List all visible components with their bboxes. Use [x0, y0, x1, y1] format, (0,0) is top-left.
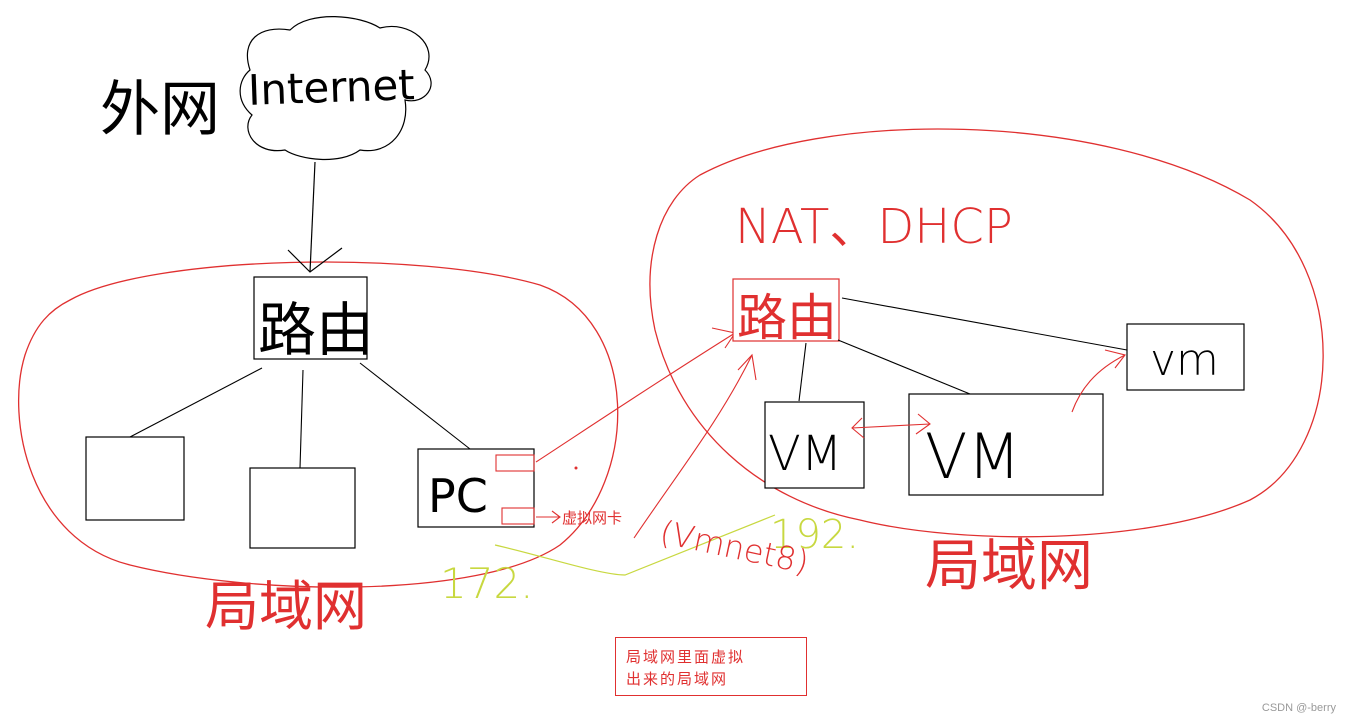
internet-to-router-line	[309, 161, 316, 273]
nic-arrow-icon	[536, 510, 561, 524]
watermark: CSDN @-berry	[1261, 702, 1336, 714]
dot	[574, 466, 578, 470]
note-line-2: 出来的局域网	[626, 670, 729, 688]
note-line-1: 局域网里面虚拟	[626, 648, 746, 666]
left-router-link-3	[359, 362, 471, 450]
left-router-link-1	[129, 367, 263, 438]
virtual-nic-label: 虚拟网卡	[562, 509, 622, 527]
right-router-link-vm-left	[798, 342, 807, 402]
note-box: 局域网里面虚拟 出来的局域网	[615, 637, 807, 696]
nic1-to-router-curve	[535, 332, 736, 463]
outer-network-label: 外网	[100, 75, 220, 145]
pc-label: PC	[428, 469, 488, 523]
vm-left-label: VM	[768, 426, 842, 482]
network-diagram: Internet 外网 路由 PC 虚拟网卡 局域网 172. 192. (Vm…	[18, 16, 1324, 638]
right-lan-label: 局域网	[925, 534, 1093, 599]
arrow-head-icon	[287, 247, 343, 273]
ip-left-label: 172.	[440, 559, 534, 608]
vm-top-label: vm	[1150, 335, 1219, 386]
left-router-link-2	[299, 369, 304, 469]
vm-mid-label: VM	[925, 420, 1021, 493]
left-router-label: 路由	[258, 296, 374, 364]
right-router-link-vm-mid	[837, 339, 971, 395]
left-lan-label: 局域网	[205, 575, 367, 638]
host-box-2	[249, 467, 356, 549]
nat-dhcp-label: NAT、DHCP	[735, 199, 1013, 255]
right-router-link-vm-top	[841, 297, 1128, 351]
internet-label: Internet	[247, 60, 415, 115]
nic2-to-router-curve	[633, 354, 753, 539]
right-router-label: 路由	[737, 289, 837, 347]
host-box-1	[85, 436, 185, 521]
